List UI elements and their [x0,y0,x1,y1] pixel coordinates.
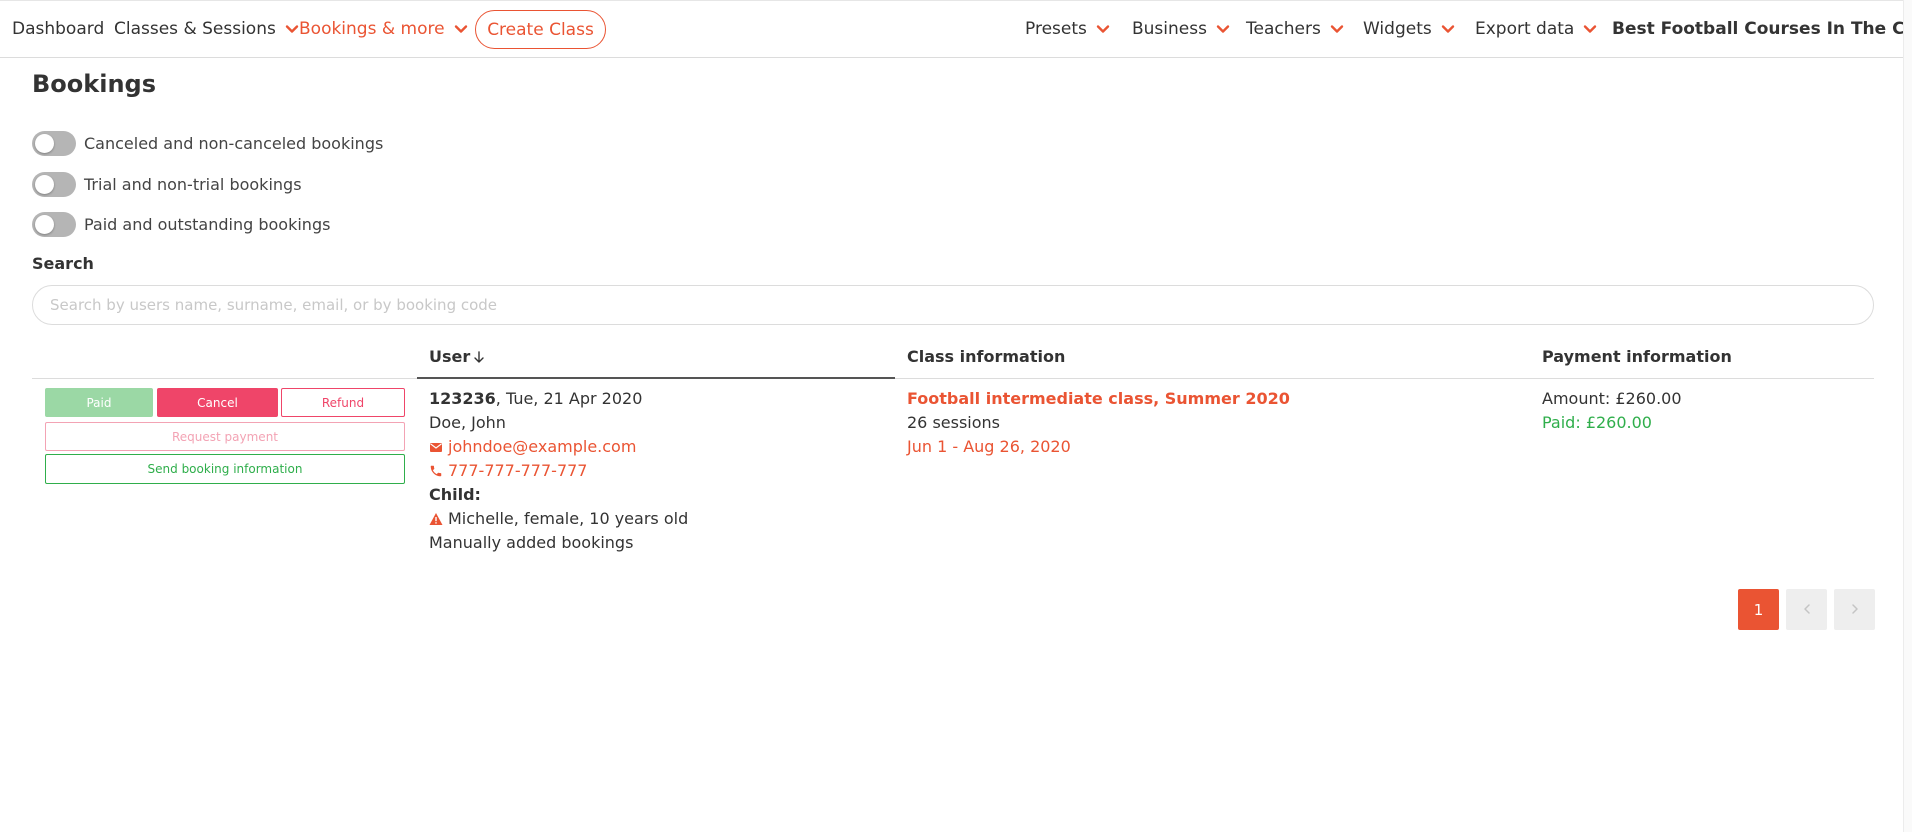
request-payment-button[interactable]: Request payment [45,422,405,451]
create-class-button[interactable]: Create Class [475,10,606,49]
user-phone: 777-777-777-777 [448,461,588,480]
chevron-down-icon [453,21,469,37]
booking-code: 123236 [429,389,496,408]
nav-dashboard-label: Dashboard [12,19,105,39]
filter-canceled-label: Canceled and non-canceled bookings [84,134,384,153]
column-header-payment-label: Payment information [1542,347,1732,366]
payment-paid: Paid: £260.00 [1542,413,1652,432]
previous-page-button[interactable] [1786,589,1827,630]
column-header-class-information: Class information [907,347,1065,366]
filter-canceled-toggle[interactable] [32,131,76,156]
class-name-link[interactable]: Football intermediate class, Summer 2020 [907,389,1290,408]
top-navigation: Dashboard Classes & Sessions Bookings & … [0,0,1912,58]
filter-paid-label: Paid and outstanding bookings [84,215,331,234]
refund-button[interactable]: Refund [281,388,405,417]
nav-bookings-more-label: Bookings & more [299,19,445,39]
sorted-column-indicator [417,377,895,379]
cancel-button[interactable]: Cancel [157,388,278,417]
chevron-down-icon [1582,21,1598,37]
phone-icon [429,464,443,478]
nav-business-account[interactable]: Best Football Courses In The City [1612,19,1912,39]
child-details: Michelle, female, 10 years old [448,509,689,528]
chevron-down-icon [284,21,300,37]
warning-icon [429,512,443,526]
page-1-button[interactable]: 1 [1738,589,1779,630]
user-email: johndoe@example.com [448,437,637,456]
toggle-knob [35,134,54,153]
column-header-class-label: Class information [907,347,1066,366]
search-label: Search [32,254,94,273]
nav-teachers[interactable]: Teachers [1246,19,1345,39]
column-header-payment-information: Payment information [1542,347,1732,366]
filter-trial-label: Trial and non-trial bookings [84,175,302,194]
filter-paid: Paid and outstanding bookings [32,212,330,237]
nav-classes-sessions[interactable]: Classes & Sessions [114,19,300,39]
chevron-down-icon [1215,21,1231,37]
mail-icon [429,440,443,454]
booking-header-line: 123236, Tue, 21 Apr 2020 [429,389,642,408]
class-dates: Jun 1 - Aug 26, 2020 [907,437,1071,456]
nav-widgets-label: Widgets [1363,19,1432,39]
next-page-button[interactable] [1834,589,1875,630]
chevron-down-icon [1095,21,1111,37]
toggle-knob [35,175,54,194]
nav-business[interactable]: Business [1132,19,1231,39]
child-info: Michelle, female, 10 years old [429,509,688,528]
nav-export-data[interactable]: Export data [1475,19,1598,39]
nav-dashboard[interactable]: Dashboard [12,19,104,39]
chevron-down-icon [1440,21,1456,37]
booking-note: Manually added bookings [429,533,634,552]
filter-trial: Trial and non-trial bookings [32,172,302,197]
nav-business-account-label: Best Football Courses In The City [1612,19,1912,39]
nav-teachers-label: Teachers [1246,19,1321,39]
user-name: Doe, John [429,413,506,432]
filter-trial-toggle[interactable] [32,172,76,197]
nav-classes-sessions-label: Classes & Sessions [114,19,276,39]
column-header-user-label: User [429,347,471,366]
chevron-down-icon [1329,21,1345,37]
nav-presets[interactable]: Presets [1025,19,1111,39]
search-input[interactable] [32,285,1874,325]
page-title: Bookings [32,70,157,98]
chevron-right-icon [1849,601,1861,619]
filter-paid-toggle[interactable] [32,212,76,237]
chevron-left-icon [1801,601,1813,619]
nav-widgets[interactable]: Widgets [1363,19,1456,39]
column-header-user[interactable]: User [429,347,486,366]
nav-bookings-more[interactable]: Bookings & more [299,19,469,39]
user-email-link[interactable]: johndoe@example.com [429,437,636,456]
nav-business-label: Business [1132,19,1207,39]
paid-button[interactable]: Paid [45,388,153,417]
filter-canceled: Canceled and non-canceled bookings [32,131,383,156]
payment-amount: Amount: £260.00 [1542,389,1682,408]
toggle-knob [35,215,54,234]
nav-presets-label: Presets [1025,19,1087,39]
arrow-down-icon [472,350,486,364]
page-scrollbar[interactable] [1903,0,1912,832]
nav-export-data-label: Export data [1475,19,1575,39]
send-booking-information-button[interactable]: Send booking information [45,454,405,484]
booking-date: , Tue, 21 Apr 2020 [495,389,643,408]
class-sessions: 26 sessions [907,413,1001,432]
child-label: Child: [429,485,481,504]
user-phone-link[interactable]: 777-777-777-777 [429,461,587,480]
table-header-divider [32,378,1874,379]
